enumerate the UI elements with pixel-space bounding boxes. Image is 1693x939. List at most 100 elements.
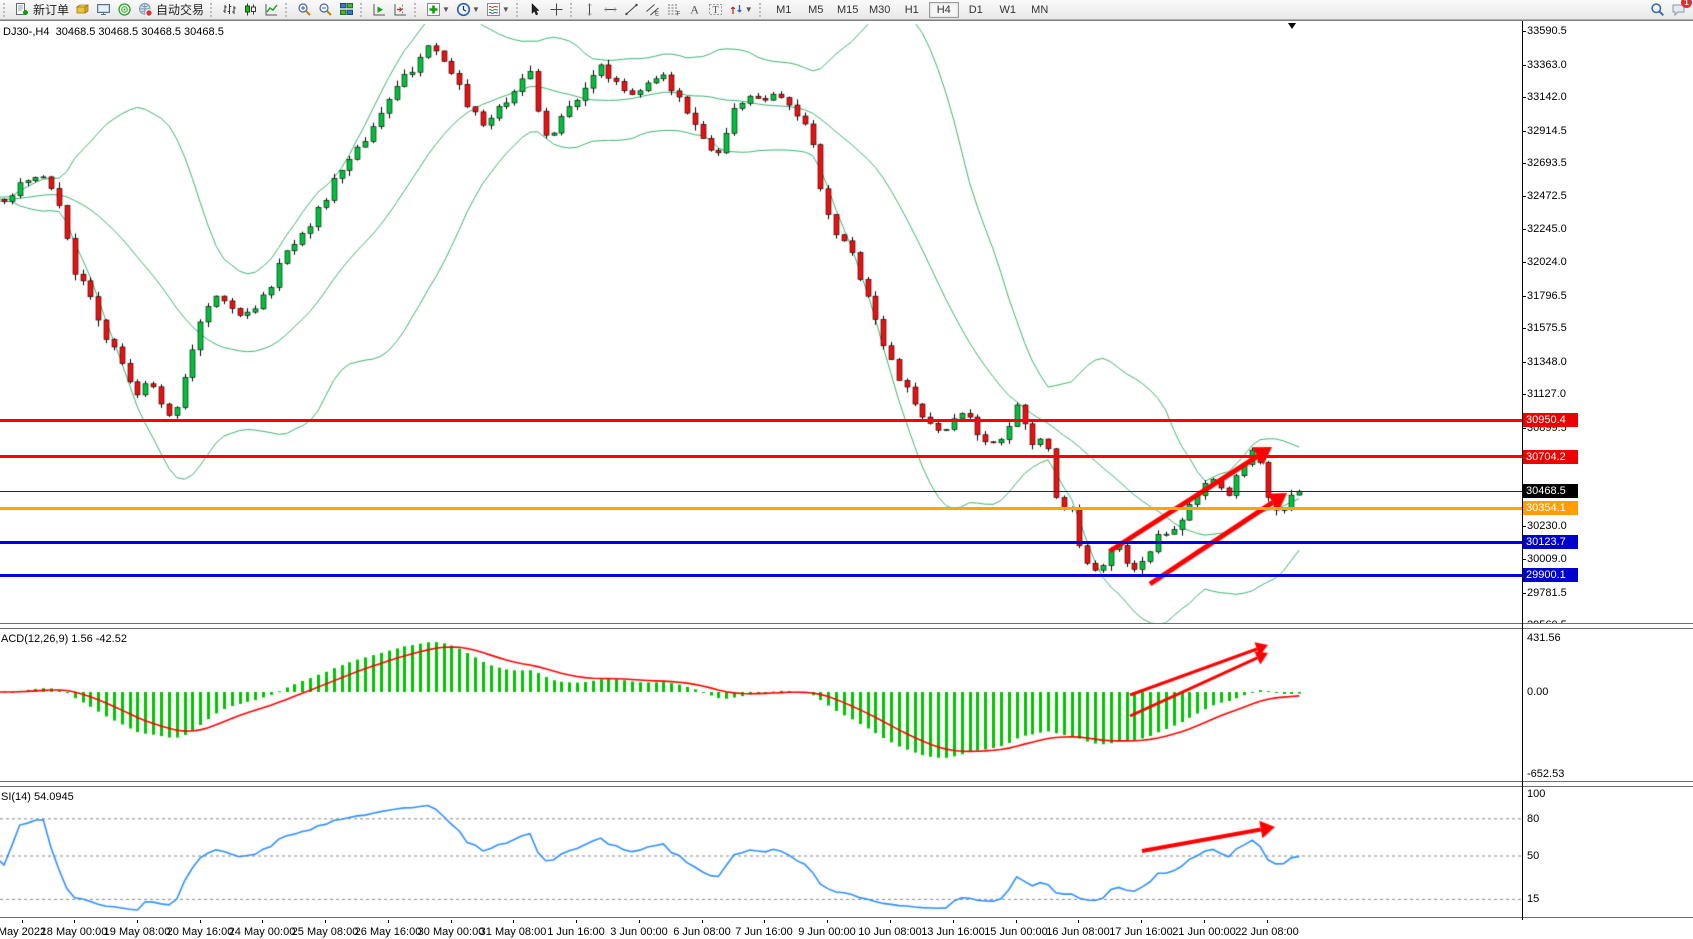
price-line-29900.1[interactable] [0, 574, 1522, 577]
indicators-button[interactable]: ▼ [423, 1, 453, 18]
terminal-button[interactable] [93, 1, 114, 18]
new-order-icon [15, 2, 30, 17]
timeframe-mn-button[interactable]: MN [1025, 2, 1055, 18]
price-badge-30354.1: 30354.1 [1522, 501, 1578, 515]
price-line-30354.1[interactable] [0, 507, 1522, 510]
autotrade-button[interactable]: 自动交易 [135, 1, 207, 18]
time-axis-label: 25 May 08:00 [292, 926, 359, 938]
price-line-30950.4[interactable] [0, 419, 1522, 422]
macd-scale-label: 0.00 [1527, 686, 1548, 698]
timeframe-m1-button[interactable]: M1 [769, 2, 799, 18]
history-icon [75, 2, 90, 17]
line-chart-icon [264, 2, 279, 17]
new-order-label: 新订单 [33, 1, 69, 18]
arrow-tools-button[interactable]: ▼ [726, 1, 756, 18]
toolbar-grip [414, 3, 421, 17]
chart-shift-marker-icon [1288, 23, 1296, 29]
price-badge-30468.5: 30468.5 [1522, 484, 1578, 498]
time-axis-label: May 2022 [0, 926, 46, 938]
timeframe-h1-button[interactable]: H1 [897, 2, 927, 18]
text-button[interactable]: A [684, 1, 705, 18]
price-tick-label: 30230.0 [1527, 520, 1567, 532]
autotrade-label: 自动交易 [156, 1, 204, 18]
timeframe-h4-button[interactable]: H4 [929, 2, 959, 18]
time-axis-label: 7 Jun 16:00 [735, 926, 793, 938]
time-axis-label: 20 May 16:00 [167, 926, 234, 938]
vertical-line-button[interactable] [579, 1, 600, 18]
toolbar-grip [570, 3, 577, 17]
candle-chart-icon [243, 2, 258, 17]
time-axis-label: 1 Jun 16:00 [547, 926, 605, 938]
chat-button[interactable]: 1 [1668, 1, 1689, 18]
text-label-button[interactable]: T [705, 1, 726, 18]
toolbar-right-icons: 1 [1647, 1, 1689, 18]
auto-scroll-button[interactable] [369, 1, 390, 18]
zoom-in-button[interactable] [294, 1, 315, 18]
price-tick-label: 32024.0 [1527, 256, 1567, 268]
timeframe-m15-button[interactable]: M15 [833, 2, 863, 18]
chart-shift-button[interactable] [390, 1, 411, 18]
time-axis-label: 16 Jun 08:00 [1046, 926, 1110, 938]
price-line-30704.2[interactable] [0, 455, 1522, 458]
periods-icon [456, 2, 471, 17]
time-axis-label: 6 Jun 08:00 [673, 926, 731, 938]
panel-separator-macd[interactable] [0, 623, 1693, 629]
bar-chart-button[interactable] [219, 1, 240, 18]
templates-icon [486, 2, 501, 17]
time-axis-label: 22 Jun 08:00 [1235, 926, 1299, 938]
price-tick-label: 30009.0 [1527, 553, 1567, 565]
chart-canvas[interactable] [0, 21, 1693, 939]
arrows-icon [729, 2, 744, 17]
timeframe-m30-button[interactable]: M30 [865, 2, 895, 18]
price-tick-label: 33363.0 [1527, 59, 1567, 71]
chevron-down-icon[interactable]: ▼ [472, 5, 480, 14]
trendline-icon [624, 2, 639, 17]
horizontal-line-button[interactable] [600, 1, 621, 18]
indicators-icon [426, 2, 441, 17]
market-watch-button[interactable] [72, 1, 93, 18]
zoom-out-button[interactable] [315, 1, 336, 18]
svg-text:T: T [712, 5, 718, 16]
price-tick-label: 32472.5 [1527, 190, 1567, 202]
time-axis-label: 17 Jun 16:00 [1109, 926, 1173, 938]
chevron-down-icon[interactable]: ▼ [502, 5, 510, 14]
price-tick-label: 33590.5 [1527, 25, 1567, 37]
price-badge-30704.2: 30704.2 [1522, 450, 1578, 464]
periods-button[interactable]: ▼ [453, 1, 483, 18]
equidistant-channel-button[interactable]: E [642, 1, 663, 18]
rsi-level-label: 80 [1527, 813, 1539, 825]
chevron-down-icon[interactable]: ▼ [442, 5, 450, 14]
rsi-level-label: 100 [1527, 788, 1545, 800]
rsi-level-label: 15 [1527, 893, 1539, 905]
timeframe-w1-button[interactable]: W1 [993, 2, 1023, 18]
tile-windows-button[interactable] [336, 1, 357, 18]
svg-text:E: E [655, 12, 659, 18]
crosshair-button[interactable] [546, 1, 567, 18]
cursor-button[interactable] [525, 1, 546, 18]
hline-icon [603, 2, 618, 17]
candle-chart-button[interactable] [240, 1, 261, 18]
timeframe-m5-button[interactable]: M5 [801, 2, 831, 18]
search-button[interactable] [1647, 1, 1668, 18]
chevron-down-icon[interactable]: ▼ [745, 5, 753, 14]
price-line-30468.5[interactable] [0, 491, 1522, 492]
macd-scale-label: 431.56 [1527, 632, 1561, 644]
chart-shift-icon [393, 2, 408, 17]
notification-badge: 1 [1681, 0, 1692, 8]
macd-scale-label: -652.53 [1527, 768, 1564, 780]
new-order-button[interactable]: 新订单 [12, 1, 72, 18]
templates-button[interactable]: ▼ [483, 1, 513, 18]
time-axis-label: 30 May 00:00 [418, 926, 485, 938]
alerts-button[interactable] [114, 1, 135, 18]
time-axis-label: 15 Jun 00:00 [984, 926, 1048, 938]
fibonacci-button[interactable]: F [663, 1, 684, 18]
price-tick-label: 31348.0 [1527, 356, 1567, 368]
time-axis-label: 19 May 08:00 [104, 926, 171, 938]
price-tick-label: 29781.5 [1527, 587, 1567, 599]
line-chart-button[interactable] [261, 1, 282, 18]
trendline-button[interactable] [621, 1, 642, 18]
panel-separator-rsi[interactable] [0, 781, 1693, 787]
timeframe-d1-button[interactable]: D1 [961, 2, 991, 18]
time-axis-label: 24 May 00:00 [229, 926, 296, 938]
price-line-30123.7[interactable] [0, 541, 1522, 544]
